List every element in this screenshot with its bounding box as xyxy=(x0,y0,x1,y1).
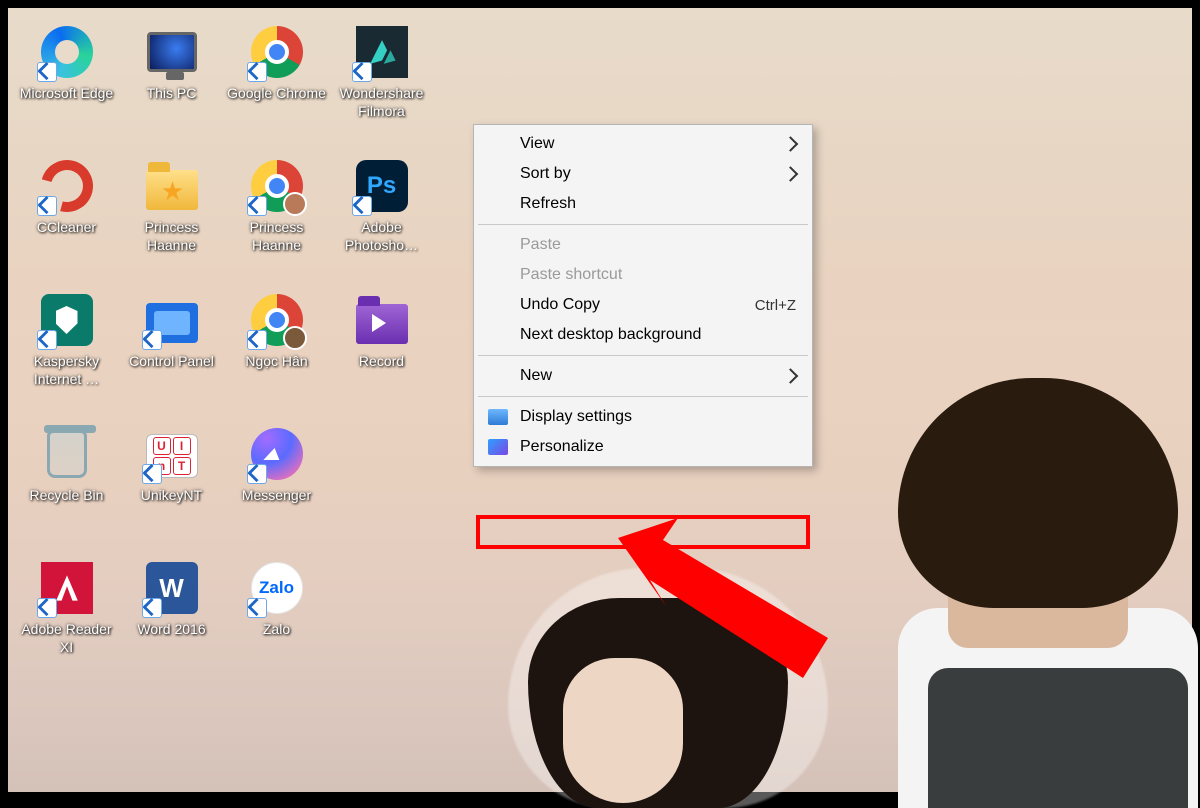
this-pc-icon xyxy=(147,32,197,72)
menu-label: New xyxy=(520,367,552,385)
menu-item-display-settings[interactable]: Display settings xyxy=(476,402,810,432)
desktop-icon[interactable]: Wondershare Filmora xyxy=(329,22,434,150)
menu-separator xyxy=(478,355,808,356)
menu-item-next-background[interactable]: Next desktop background xyxy=(476,320,810,350)
desktop-icon-label: Microsoft Edge xyxy=(20,84,113,102)
desktop-icon[interactable]: Recycle Bin xyxy=(14,424,119,552)
desktop-icon-label: Zalo xyxy=(263,620,290,638)
desktop-icon-label: Wondershare Filmora xyxy=(332,84,432,120)
desktop-icon[interactable]: PsAdobe Photosho… xyxy=(329,156,434,284)
menu-separator xyxy=(478,396,808,397)
desktop-icon[interactable]: Messenger xyxy=(224,424,329,552)
shortcut-overlay-icon xyxy=(37,330,57,350)
menu-label: Next desktop background xyxy=(520,326,701,344)
desktop-icon-label: Word 2016 xyxy=(137,620,205,638)
shortcut-overlay-icon xyxy=(247,62,267,82)
wallpaper-figure xyxy=(898,378,1178,608)
menu-item-new[interactable]: New xyxy=(476,361,810,391)
shortcut-overlay-icon xyxy=(247,196,267,216)
desktop-icon[interactable]: Control Panel xyxy=(119,290,224,418)
annotation-highlight xyxy=(476,515,810,549)
shortcut-text: Ctrl+Z xyxy=(755,297,796,314)
desktop-icon[interactable]: UInTUnikeyNT xyxy=(119,424,224,552)
desktop-icon-label: UnikeyNT xyxy=(141,486,202,504)
desktop-icon-label: CCleaner xyxy=(37,218,96,236)
menu-item-undo-copy[interactable]: Undo Copy Ctrl+Z xyxy=(476,290,810,320)
menu-label: View xyxy=(520,135,554,153)
shortcut-overlay-icon xyxy=(352,196,372,216)
desktop-icon[interactable]: Google Chrome xyxy=(224,22,329,150)
shortcut-overlay-icon xyxy=(142,464,162,484)
shortcut-overlay-icon xyxy=(142,598,162,618)
desktop-icon[interactable]: WWord 2016 xyxy=(119,558,224,686)
shortcut-overlay-icon xyxy=(247,598,267,618)
menu-label: Personalize xyxy=(520,438,604,456)
wallpaper-figure xyxy=(563,658,683,803)
desktop-icon[interactable]: Ngọc Hân xyxy=(224,290,329,418)
desktop-icon-label: Control Panel xyxy=(129,352,214,370)
desktop-icon-label: Kaspersky Internet … xyxy=(17,352,117,388)
desktop-icon[interactable]: Kaspersky Internet … xyxy=(14,290,119,418)
desktop-icon[interactable]: CCleaner xyxy=(14,156,119,284)
desktop-icon[interactable]: Microsoft Edge xyxy=(14,22,119,150)
menu-label: Sort by xyxy=(520,165,571,183)
desktop-icon[interactable]: Princess Haanne xyxy=(224,156,329,284)
menu-label: Undo Copy xyxy=(520,296,600,314)
desktop-icon-label: Ngọc Hân xyxy=(245,352,307,370)
desktop-icon-label: Recycle Bin xyxy=(30,486,104,504)
desktop-icon-label: Adobe Reader XI xyxy=(17,620,117,656)
display-settings-icon xyxy=(488,409,508,425)
desktop-icon-label: Google Chrome xyxy=(227,84,326,102)
shortcut-overlay-icon xyxy=(37,196,57,216)
menu-item-view[interactable]: View xyxy=(476,129,810,159)
shortcut-overlay-icon xyxy=(37,598,57,618)
menu-label: Paste shortcut xyxy=(520,266,622,284)
menu-label: Display settings xyxy=(520,408,632,426)
menu-label: Refresh xyxy=(520,195,576,213)
record-folder-icon xyxy=(356,304,408,344)
desktop-icon[interactable]: Adobe Reader XI xyxy=(14,558,119,686)
menu-item-refresh[interactable]: Refresh xyxy=(476,189,810,219)
menu-item-personalize[interactable]: Personalize xyxy=(476,432,810,462)
desktop-icon[interactable]: Record xyxy=(329,290,434,418)
personalize-icon xyxy=(488,439,508,455)
desktop-icon[interactable]: ZaloZalo xyxy=(224,558,329,686)
shortcut-overlay-icon xyxy=(37,62,57,82)
desktop-icon-label: Messenger xyxy=(242,486,311,504)
menu-item-paste: Paste xyxy=(476,230,810,260)
menu-separator xyxy=(478,224,808,225)
shortcut-overlay-icon xyxy=(142,330,162,350)
desktop-icon-label: Adobe Photosho… xyxy=(332,218,432,254)
desktop-icon-grid: Microsoft Edge This PC Google Chrome Wonder… xyxy=(14,22,434,686)
desktop-icon-label: Record xyxy=(359,352,404,370)
menu-label: Paste xyxy=(520,236,561,254)
desktop-icon-label: Princess Haanne xyxy=(122,218,222,254)
shortcut-overlay-icon xyxy=(247,330,267,350)
folder-icon: ★ xyxy=(146,170,198,210)
wallpaper-figure xyxy=(928,668,1188,808)
desktop-context-menu: View Sort by Refresh Paste Paste shortcu… xyxy=(473,124,813,467)
recycle-bin-icon xyxy=(47,430,87,478)
shortcut-overlay-icon xyxy=(247,464,267,484)
menu-item-paste-shortcut: Paste shortcut xyxy=(476,260,810,290)
desktop-icon-label: Princess Haanne xyxy=(227,218,327,254)
desktop-icon[interactable]: ★ Princess Haanne xyxy=(119,156,224,284)
desktop-icon[interactable]: This PC xyxy=(119,22,224,150)
shortcut-overlay-icon xyxy=(352,62,372,82)
menu-item-sort-by[interactable]: Sort by xyxy=(476,159,810,189)
desktop-frame: Microsoft Edge This PC Google Chrome Wonder… xyxy=(0,0,1200,800)
desktop-icon-label: This PC xyxy=(147,84,197,102)
